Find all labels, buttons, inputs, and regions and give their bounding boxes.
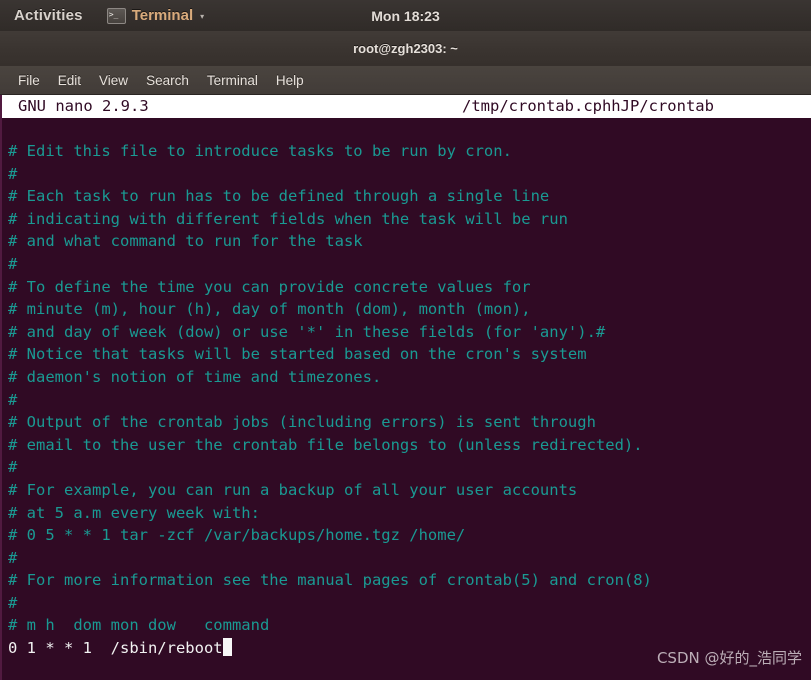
app-menu-label: Terminal: [131, 7, 194, 24]
nano-line: #: [2, 456, 811, 479]
nano-line-text: # daemon's notion of time and timezones.: [8, 367, 382, 386]
menu-item-edit[interactable]: Edit: [49, 70, 90, 91]
nano-line: #: [2, 389, 811, 412]
nano-line-text: 0 1 * * 1 /sbin/reboot: [8, 639, 223, 658]
nano-line-text: # Notice that tasks will be started base…: [8, 345, 587, 364]
nano-line-text: #: [8, 164, 18, 183]
menu-item-help[interactable]: Help: [267, 70, 313, 91]
nano-line-text: # Edit this file to introduce tasks to b…: [8, 142, 512, 160]
nano-line: # indicating with different fields when …: [2, 208, 811, 231]
nano-line: # Notice that tasks will be started base…: [2, 343, 811, 366]
nano-text-area[interactable]: # Edit this file to introduce tasks to b…: [2, 118, 811, 660]
nano-line-text: #: [8, 390, 18, 409]
nano-line-text: # 0 5 * * 1 tar -zcf /var/backups/home.t…: [8, 526, 466, 545]
csdn-watermark: CSDN @好的_浩同学: [656, 649, 802, 667]
nano-line: # To define the time you can provide con…: [2, 276, 811, 299]
nano-line-text: # Output of the crontab jobs (including …: [8, 413, 596, 432]
nano-line: # at 5 a.m every week with:: [2, 502, 811, 525]
nano-line-text: # minute (m), hour (h), day of month (do…: [8, 300, 531, 319]
nano-line-text: #: [8, 593, 18, 612]
nano-line-text: # indicating with different fields when …: [8, 209, 568, 228]
text-cursor: [222, 638, 232, 657]
nano-line: # 0 5 * * 1 tar -zcf /var/backups/home.t…: [2, 524, 811, 547]
nano-line: # and day of week (dow) or use '*' in th…: [2, 321, 811, 344]
terminal-icon: [106, 7, 126, 24]
nano-line: # For more information see the manual pa…: [2, 569, 811, 592]
nano-line-text: # For more information see the manual pa…: [8, 571, 652, 590]
nano-line-text: # To define the time you can provide con…: [8, 277, 531, 296]
window-titlebar: root@zgh2303: ~: [0, 31, 811, 66]
menu-item-view[interactable]: View: [90, 70, 137, 91]
activities-button[interactable]: Activities: [14, 7, 83, 24]
nano-line: # minute (m), hour (h), day of month (do…: [2, 298, 811, 321]
nano-line: #: [2, 253, 811, 276]
nano-version-label: GNU nano 2.9.3: [18, 97, 149, 115]
nano-line: #: [2, 592, 811, 615]
nano-line-text: # m h dom mon dow command: [8, 616, 270, 635]
nano-line: #: [2, 163, 811, 186]
nano-filename-label: /tmp/crontab.cphhJP/crontab: [462, 97, 714, 115]
terminal-screen[interactable]: GNU nano 2.9.3 /tmp/crontab.cphhJP/cront…: [0, 95, 811, 680]
nano-line-text: # at 5 a.m every week with:: [8, 503, 260, 522]
app-menu-button[interactable]: Terminal ▾: [106, 7, 205, 24]
nano-line: # Edit this file to introduce tasks to b…: [2, 140, 811, 163]
nano-line: # For example, you can run a backup of a…: [2, 479, 811, 502]
nano-line: # and what command to run for the task: [2, 230, 811, 253]
gnome-top-bar: Activities Terminal ▾ Mon 18:23: [0, 0, 811, 32]
window-title: root@zgh2303: ~: [353, 41, 458, 56]
nano-line: # m h dom mon dow command: [2, 614, 811, 637]
menu-item-search[interactable]: Search: [137, 70, 198, 91]
nano-line-text: #: [8, 548, 18, 567]
nano-line-text: # and day of week (dow) or use '*' in th…: [8, 322, 606, 341]
menu-item-file[interactable]: File: [9, 70, 49, 91]
nano-line-text: #: [8, 254, 18, 273]
nano-line-text: # email to the user the crontab file bel…: [8, 435, 643, 454]
nano-line: # email to the user the crontab file bel…: [2, 434, 811, 457]
nano-line: #: [2, 547, 811, 570]
nano-line: # Output of the crontab jobs (including …: [2, 411, 811, 434]
nano-line-text: # For example, you can run a backup of a…: [8, 480, 578, 499]
nano-line-text: # Each task to run has to be defined thr…: [8, 187, 550, 206]
nano-line: # Each task to run has to be defined thr…: [2, 185, 811, 208]
nano-line-text: # and what command to run for the task: [8, 232, 363, 251]
nano-line-text: #: [8, 458, 18, 477]
terminal-menubar: File Edit View Search Terminal Help: [0, 66, 811, 95]
menu-item-terminal[interactable]: Terminal: [198, 70, 267, 91]
nano-line: # daemon's notion of time and timezones.: [2, 366, 811, 389]
nano-titlebar: GNU nano 2.9.3 /tmp/crontab.cphhJP/cront…: [2, 95, 811, 118]
chevron-down-icon: ▾: [200, 12, 205, 21]
